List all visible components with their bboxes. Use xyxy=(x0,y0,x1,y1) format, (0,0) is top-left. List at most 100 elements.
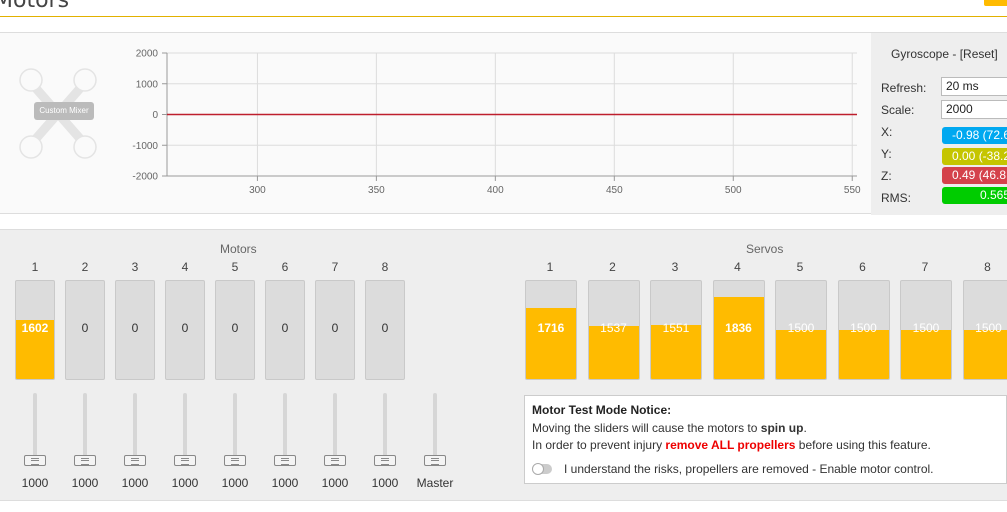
servo-index: 6 xyxy=(859,260,866,274)
motor-slider-handle[interactable] xyxy=(324,455,346,466)
master-slider-track[interactable] xyxy=(433,393,437,463)
motor-index: 5 xyxy=(231,260,239,274)
gyro-title[interactable]: Gyroscope - [Reset] xyxy=(891,47,998,61)
motor-meter: 0 xyxy=(365,280,405,380)
servo-index: 5 xyxy=(796,260,804,274)
servo-value: 1500 xyxy=(850,321,877,335)
notice-spin-up: spin up xyxy=(760,421,804,435)
servo-index: 2 xyxy=(609,260,616,274)
motor-slider-value: 1000 xyxy=(21,476,49,490)
motor-meter: 0 xyxy=(215,280,255,380)
x-value-bar: -0.98 (72.6 xyxy=(942,127,1007,144)
motor-meter: 0 xyxy=(165,280,205,380)
motor-slider-handle[interactable] xyxy=(374,455,396,466)
servo-index: 3 xyxy=(671,260,679,274)
motor-slider-handle[interactable] xyxy=(74,455,96,466)
motor-slider-handle[interactable] xyxy=(274,455,296,466)
servo-index: 4 xyxy=(734,260,741,274)
servo-value: 1551 xyxy=(662,321,690,335)
x-tick-label: 550 xyxy=(844,185,861,195)
meter-fill xyxy=(838,330,889,379)
motor-index: 8 xyxy=(381,260,389,274)
motor-meter: 0 xyxy=(115,280,155,380)
motor-index: 1 xyxy=(31,260,39,274)
servo-meter: 1537 xyxy=(587,280,640,380)
motor-value: 0 xyxy=(331,321,339,335)
notice-line-2: In order to prevent injury remove ALL pr… xyxy=(532,438,931,452)
scale-select[interactable]: 2000 xyxy=(941,100,1007,119)
enable-motor-label[interactable]: I understand the risks, propellers are r… xyxy=(564,462,934,476)
motor-index: 2 xyxy=(81,260,89,274)
motor-slider-value: 1000 xyxy=(171,476,199,490)
notice-title: Motor Test Mode Notice: xyxy=(532,403,672,417)
motor-meter: 0 xyxy=(265,280,305,380)
servo-value: 1836 xyxy=(725,321,752,335)
motor-meter: 1602 xyxy=(15,280,55,380)
motors-title: Motors xyxy=(220,242,257,256)
servo-value: 1500 xyxy=(912,321,940,335)
motor-slider-handle[interactable] xyxy=(174,455,196,466)
servo-index: 7 xyxy=(921,260,929,274)
motor-slider-track[interactable] xyxy=(283,393,287,463)
motor-slider-track[interactable] xyxy=(233,393,237,463)
motor-value: 1602 xyxy=(21,321,49,335)
motor-slider-track[interactable] xyxy=(183,393,187,463)
notice-text: In order to prevent injury xyxy=(532,438,666,452)
enable-motor-toggle[interactable] xyxy=(532,463,552,475)
y-tick-label: 0 xyxy=(152,110,158,121)
motor-slider-track[interactable] xyxy=(33,393,37,463)
motor-slider-track[interactable] xyxy=(133,393,137,463)
motor-slider-track[interactable] xyxy=(83,393,87,463)
y-tick-label: 2000 xyxy=(136,49,159,60)
motor-slider-handle[interactable] xyxy=(224,455,246,466)
motor-test-notice: Motor Test Mode Notice: Moving the slide… xyxy=(524,395,1007,484)
x-tick-label: 450 xyxy=(606,185,623,195)
motor-slider-track[interactable] xyxy=(333,393,337,463)
y-tick-label: 1000 xyxy=(136,79,159,90)
meter-fill xyxy=(776,330,826,379)
graph-panel: Custom Mixer 2000 1000 0 -1000 -2000 300 350 40… xyxy=(0,32,1007,215)
toggle-knob xyxy=(532,463,544,475)
refresh-label: Refresh: xyxy=(881,81,927,95)
servo-index: 1 xyxy=(546,260,554,274)
meter-fill xyxy=(901,330,951,379)
meter-fill xyxy=(713,296,764,379)
motor-value: 0 xyxy=(381,321,389,335)
notice-warning: remove ALL propellers xyxy=(665,438,796,452)
motor-value: 0 xyxy=(281,321,289,335)
servo-meter: 1836 xyxy=(712,280,765,380)
motor-slider-track[interactable] xyxy=(383,393,387,463)
x-tick-label: 500 xyxy=(725,185,742,195)
y-tick-label: -2000 xyxy=(132,172,158,183)
motor-slider-handle[interactable] xyxy=(124,455,146,466)
gyro-panel: Gyroscope - [Reset] Refresh: 20 ms Scale… xyxy=(871,33,1007,215)
servo-meter: 1716 xyxy=(525,280,577,380)
motor-slider-handle[interactable] xyxy=(24,455,46,466)
x-tick-label: 400 xyxy=(487,185,504,195)
gyro-chart: 2000 1000 0 -1000 -2000 300 350 400 450 500 550 xyxy=(132,49,861,196)
motor-value: 0 xyxy=(131,321,139,335)
motor-meter: 0 xyxy=(315,280,355,380)
motor-index: 6 xyxy=(281,260,289,274)
page-header: Motors xyxy=(0,0,1007,17)
servo-meter: 1551 xyxy=(650,280,702,380)
y-value-bar: 0.00 (-38.2 xyxy=(942,148,1007,165)
y-tick-label: -1000 xyxy=(132,141,158,152)
refresh-select[interactable]: 20 ms xyxy=(941,77,1007,96)
notice-text: . xyxy=(803,421,807,435)
servo-meter: 1500 xyxy=(837,280,890,380)
servo-index: 8 xyxy=(984,260,991,274)
servo-value: 1500 xyxy=(975,321,1002,335)
motor-slider-value: 1000 xyxy=(271,476,299,490)
notice-line-1: Moving the sliders will cause the motors… xyxy=(532,421,807,435)
motor-slider-value: 1000 xyxy=(71,476,99,490)
motor-slider-value: 1000 xyxy=(221,476,249,490)
z-label: Z: xyxy=(881,169,892,183)
servo-value: 1716 xyxy=(537,321,565,335)
servo-meter: 1500 xyxy=(900,280,952,380)
x-tick-label: 350 xyxy=(368,185,385,195)
header-action-button[interactable] xyxy=(984,0,1007,6)
master-slider-handle[interactable] xyxy=(424,455,446,466)
motor-value: 0 xyxy=(81,321,89,335)
rms-label: RMS: xyxy=(881,191,911,205)
